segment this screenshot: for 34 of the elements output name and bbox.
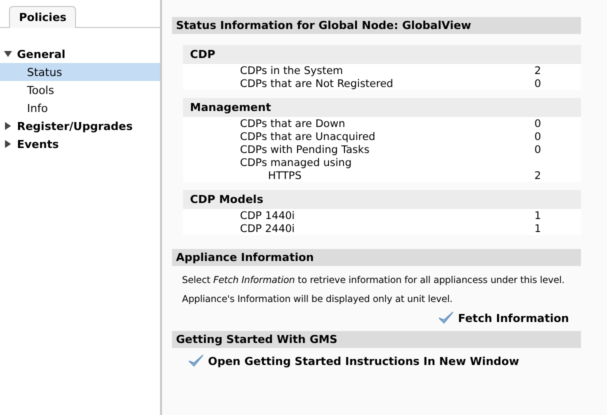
row-value: 0 — [534, 78, 541, 90]
row-value: 0 — [534, 130, 541, 142]
row-value: 2 — [534, 170, 541, 182]
info-text: Appliance's Information will be displayed only at unit level. — [182, 293, 454, 307]
section-header: Appliance Information — [172, 249, 581, 266]
row-label: CDPs in the System — [240, 64, 344, 76]
tree-item[interactable]: Events — [17, 138, 59, 150]
policies-tab[interactable]: Policies — [9, 6, 76, 28]
tree-item[interactable]: Register/Upgrades — [17, 120, 133, 132]
row-label: CDPs that are Not Registered — [240, 78, 394, 90]
fetch-information-link[interactable]: Fetch Information — [438, 311, 569, 325]
row-label: HTTPS — [268, 170, 303, 182]
row-value: 2 — [534, 64, 541, 76]
row-value: 0 — [534, 118, 541, 130]
open-instructions-link[interactable]: Open Getting Started Instructions In New Window — [188, 354, 520, 368]
row-label: CDP 1440i — [240, 210, 296, 222]
group-header: CDP Models — [183, 190, 581, 209]
section-header: Status Information for Global Node: GlobalView — [172, 17, 581, 34]
row-value: 0 — [534, 144, 541, 156]
row-label: CDPs that are Unacquired — [240, 130, 376, 142]
tree-item[interactable]: Status — [0, 63, 160, 81]
tree-item[interactable]: General — [17, 48, 66, 60]
row-label: CDPs that are Down — [240, 118, 346, 130]
row-value: 1 — [534, 222, 541, 234]
info-text: Select Fetch Information to retrieve information for all appliancess under this level. — [182, 274, 566, 288]
tree-item[interactable]: Info — [0, 99, 160, 117]
row-label: CDPs managed using — [240, 156, 353, 168]
group-header: Management — [183, 98, 581, 117]
row-label: CDPs with Pending Tasks — [240, 144, 370, 156]
group-header: CDP — [183, 45, 581, 64]
row-value: 1 — [534, 210, 541, 222]
tree-item[interactable]: Tools — [0, 81, 160, 99]
section-header: Getting Started With GMS — [172, 331, 581, 348]
row-label: CDP 2440i — [240, 222, 296, 234]
